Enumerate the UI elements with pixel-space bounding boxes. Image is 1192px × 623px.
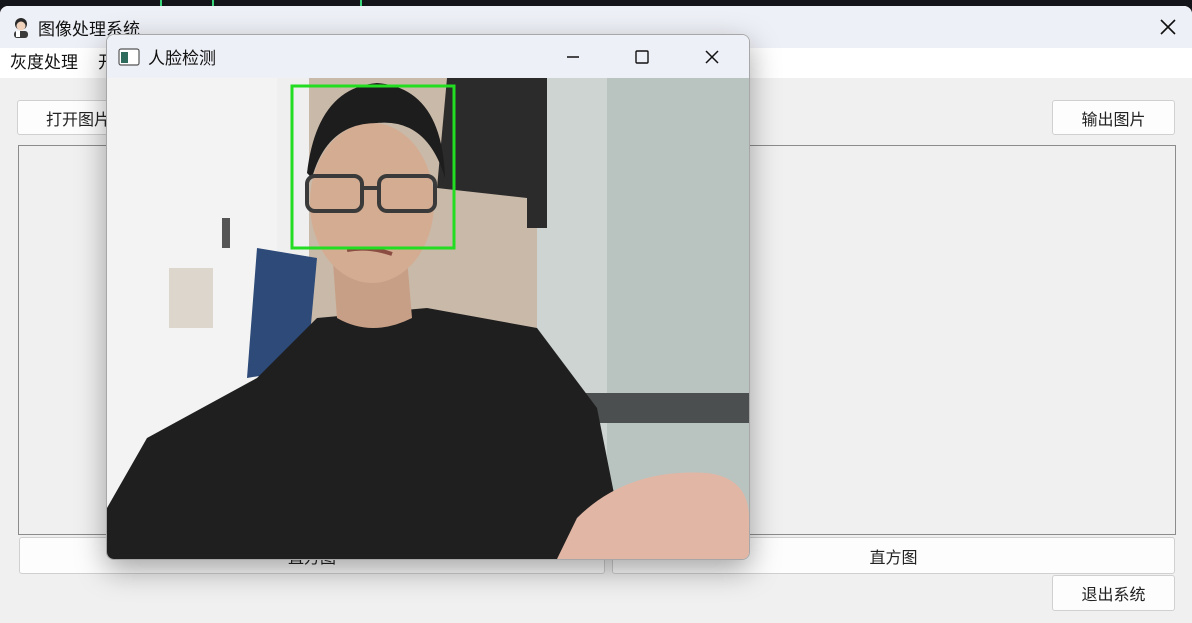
face-title-bar[interactable]: 人脸检测 xyxy=(107,35,749,78)
avatar-icon xyxy=(10,16,32,38)
exit-system-button[interactable]: 退出系统 xyxy=(1052,575,1175,611)
close-icon[interactable] xyxy=(1156,15,1180,39)
app-window-icon xyxy=(118,47,140,66)
face-detection-window: 人脸检测 xyxy=(106,34,750,560)
minimize-icon[interactable] xyxy=(550,43,596,71)
close-icon[interactable] xyxy=(689,43,735,71)
face-window-title: 人脸检测 xyxy=(148,49,216,69)
output-image-button[interactable]: 输出图片 xyxy=(1052,100,1175,135)
menu-grayscale[interactable]: 灰度处理 xyxy=(0,48,88,78)
maximize-icon[interactable] xyxy=(619,43,665,71)
webcam-frame xyxy=(107,78,749,559)
